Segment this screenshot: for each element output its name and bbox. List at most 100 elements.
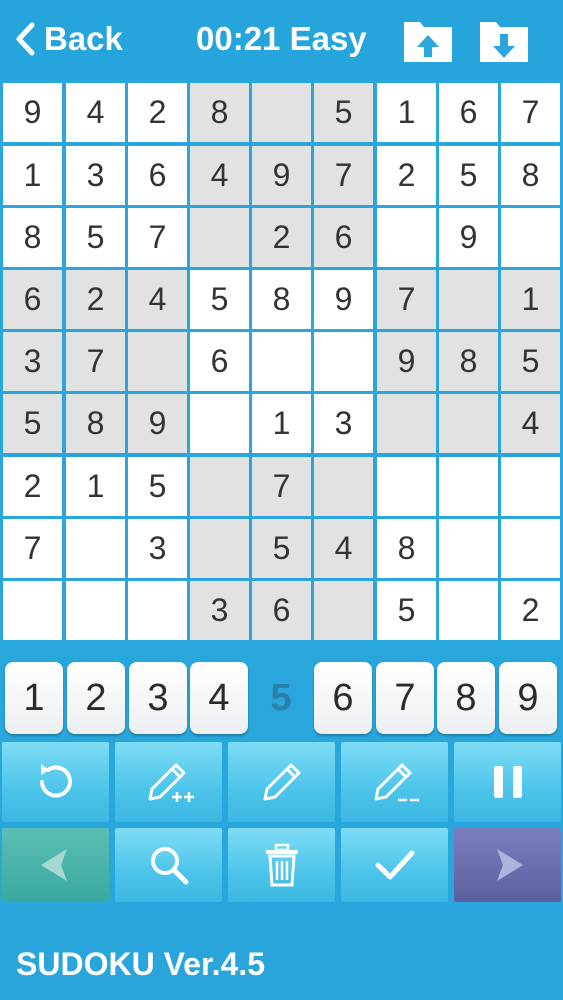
reset-button[interactable] (2, 742, 109, 822)
sudoku-cell[interactable] (439, 581, 498, 640)
sudoku-cell[interactable] (314, 581, 373, 640)
auto-notes-button[interactable] (115, 742, 222, 822)
sudoku-cell[interactable]: 2 (377, 146, 436, 205)
sudoku-cell[interactable] (190, 457, 249, 516)
sudoku-cell[interactable]: 5 (501, 332, 560, 391)
sudoku-cell[interactable] (314, 332, 373, 391)
sudoku-cell[interactable] (128, 581, 187, 640)
note-button[interactable] (228, 742, 335, 822)
undo-button[interactable] (2, 828, 109, 902)
sudoku-cell[interactable]: 3 (3, 332, 62, 391)
sudoku-cell[interactable]: 4 (128, 270, 187, 329)
sudoku-cell[interactable]: 2 (501, 581, 560, 640)
sudoku-cell[interactable] (439, 394, 498, 453)
redo-button[interactable] (454, 828, 561, 902)
sudoku-cell[interactable] (439, 457, 498, 516)
sudoku-cell[interactable]: 8 (190, 83, 249, 142)
delete-button[interactable] (228, 828, 335, 902)
keypad-number-5[interactable]: 5 (252, 662, 310, 734)
sudoku-cell[interactable]: 2 (3, 457, 62, 516)
sudoku-cell[interactable]: 5 (3, 394, 62, 453)
sudoku-cell[interactable] (252, 332, 311, 391)
sudoku-cell[interactable]: 2 (252, 208, 311, 267)
sudoku-cell[interactable]: 9 (439, 208, 498, 267)
sudoku-cell[interactable]: 4 (314, 519, 373, 578)
sudoku-cell[interactable]: 4 (501, 394, 560, 453)
sudoku-cell[interactable]: 8 (252, 270, 311, 329)
sudoku-cell[interactable]: 5 (128, 457, 187, 516)
sudoku-cell[interactable] (439, 519, 498, 578)
sudoku-cell[interactable]: 8 (3, 208, 62, 267)
hint-button[interactable] (115, 828, 222, 902)
sudoku-cell[interactable]: 7 (128, 208, 187, 267)
sudoku-cell[interactable]: 5 (66, 208, 125, 267)
sudoku-cell[interactable]: 1 (66, 457, 125, 516)
back-button[interactable]: Back (14, 14, 123, 64)
keypad-number-2[interactable]: 2 (67, 662, 125, 734)
sudoku-cell[interactable]: 6 (3, 270, 62, 329)
sudoku-cell[interactable]: 4 (66, 83, 125, 142)
sudoku-cell[interactable]: 5 (190, 270, 249, 329)
sudoku-cell[interactable]: 5 (377, 581, 436, 640)
sudoku-cell[interactable] (190, 394, 249, 453)
sudoku-cell[interactable]: 8 (501, 146, 560, 205)
sudoku-cell[interactable]: 2 (66, 270, 125, 329)
sudoku-cell[interactable]: 5 (439, 146, 498, 205)
sudoku-cell[interactable]: 1 (3, 146, 62, 205)
sudoku-cell[interactable] (377, 457, 436, 516)
sudoku-cell[interactable]: 6 (128, 146, 187, 205)
sudoku-cell[interactable]: 1 (377, 83, 436, 142)
sudoku-cell[interactable]: 5 (252, 519, 311, 578)
sudoku-cell[interactable]: 3 (66, 146, 125, 205)
sudoku-cell[interactable]: 7 (377, 270, 436, 329)
sudoku-cell[interactable]: 8 (439, 332, 498, 391)
sudoku-cell[interactable]: 9 (252, 146, 311, 205)
sudoku-cell[interactable] (439, 270, 498, 329)
sudoku-cell[interactable]: 3 (314, 394, 373, 453)
sudoku-cell[interactable]: 6 (314, 208, 373, 267)
sudoku-cell[interactable]: 5 (314, 83, 373, 142)
sudoku-cell[interactable] (501, 457, 560, 516)
sudoku-cell[interactable] (314, 457, 373, 516)
sudoku-cell[interactable] (3, 581, 62, 640)
sudoku-cell[interactable]: 7 (3, 519, 62, 578)
sudoku-cell[interactable]: 8 (377, 519, 436, 578)
download-button[interactable] (478, 14, 530, 64)
sudoku-cell[interactable] (66, 519, 125, 578)
upload-button[interactable] (402, 14, 454, 64)
sudoku-cell[interactable]: 9 (314, 270, 373, 329)
sudoku-cell[interactable]: 7 (501, 83, 560, 142)
sudoku-cell[interactable] (190, 519, 249, 578)
sudoku-cell[interactable] (252, 83, 311, 142)
sudoku-cell[interactable]: 7 (66, 332, 125, 391)
keypad-number-4[interactable]: 4 (190, 662, 248, 734)
sudoku-cell[interactable] (190, 208, 249, 267)
keypad-number-6[interactable]: 6 (314, 662, 372, 734)
keypad-number-7[interactable]: 7 (376, 662, 434, 734)
keypad-number-9[interactable]: 9 (499, 662, 557, 734)
sudoku-cell[interactable] (377, 208, 436, 267)
keypad-number-1[interactable]: 1 (5, 662, 63, 734)
sudoku-cell[interactable]: 6 (252, 581, 311, 640)
sudoku-cell[interactable]: 7 (252, 457, 311, 516)
sudoku-cell[interactable] (66, 581, 125, 640)
keypad-number-3[interactable]: 3 (129, 662, 187, 734)
sudoku-cell[interactable]: 4 (190, 146, 249, 205)
sudoku-cell[interactable] (377, 394, 436, 453)
pause-button[interactable] (454, 742, 561, 822)
sudoku-cell[interactable]: 2 (128, 83, 187, 142)
sudoku-cell[interactable]: 1 (501, 270, 560, 329)
erase-notes-button[interactable] (341, 742, 448, 822)
sudoku-cell[interactable]: 7 (314, 146, 373, 205)
sudoku-cell[interactable] (128, 332, 187, 391)
sudoku-cell[interactable] (501, 208, 560, 267)
sudoku-cell[interactable]: 3 (128, 519, 187, 578)
sudoku-cell[interactable]: 3 (190, 581, 249, 640)
sudoku-cell[interactable]: 1 (252, 394, 311, 453)
sudoku-cell[interactable]: 9 (3, 83, 62, 142)
sudoku-cell[interactable]: 6 (190, 332, 249, 391)
sudoku-cell[interactable]: 8 (66, 394, 125, 453)
keypad-number-8[interactable]: 8 (437, 662, 495, 734)
sudoku-cell[interactable]: 6 (439, 83, 498, 142)
sudoku-cell[interactable] (501, 519, 560, 578)
